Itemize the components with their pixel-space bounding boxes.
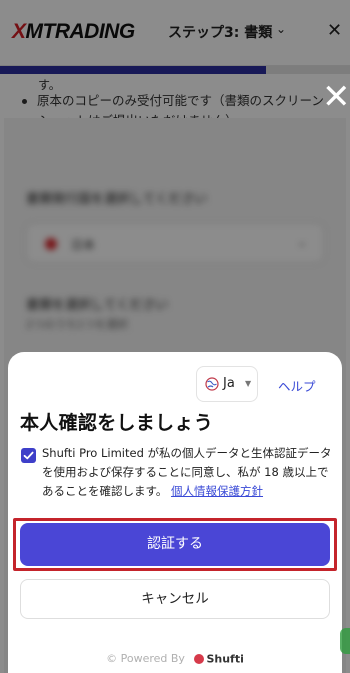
caret-down-icon: ▼ bbox=[245, 379, 252, 388]
shufti-logo: Shufti bbox=[194, 652, 244, 666]
globe-icon bbox=[205, 377, 219, 391]
language-selector[interactable]: Ja ▼ bbox=[196, 366, 258, 402]
powered-by-text: © Powered By bbox=[106, 652, 185, 665]
powered-by-footer: © Powered By Shufti bbox=[8, 652, 342, 666]
sheet-title: 本人確認をしましょう bbox=[20, 412, 214, 434]
checkmark-icon bbox=[23, 451, 34, 460]
help-link[interactable]: ヘルプ bbox=[278, 376, 316, 395]
consent-checkbox[interactable] bbox=[21, 448, 36, 463]
consent-text: Shufti Pro Limited が私の個人データと生体認証データを使用およ… bbox=[42, 444, 334, 501]
shufti-mark-icon bbox=[194, 654, 205, 665]
identity-verification-sheet: Ja ▼ ヘルプ 本人確認をしましょう Shufti Pro Limited が… bbox=[8, 352, 342, 673]
privacy-policy-link[interactable]: 個人情報保護方針 bbox=[171, 484, 263, 498]
side-tab-handle[interactable] bbox=[340, 628, 350, 654]
shufti-brand: Shufti bbox=[206, 652, 244, 666]
close-icon[interactable]: ✕ bbox=[322, 80, 350, 114]
cancel-button[interactable]: キャンセル bbox=[20, 579, 330, 619]
verify-button[interactable]: 認証する bbox=[20, 523, 330, 566]
language-label: Ja bbox=[223, 376, 235, 391]
